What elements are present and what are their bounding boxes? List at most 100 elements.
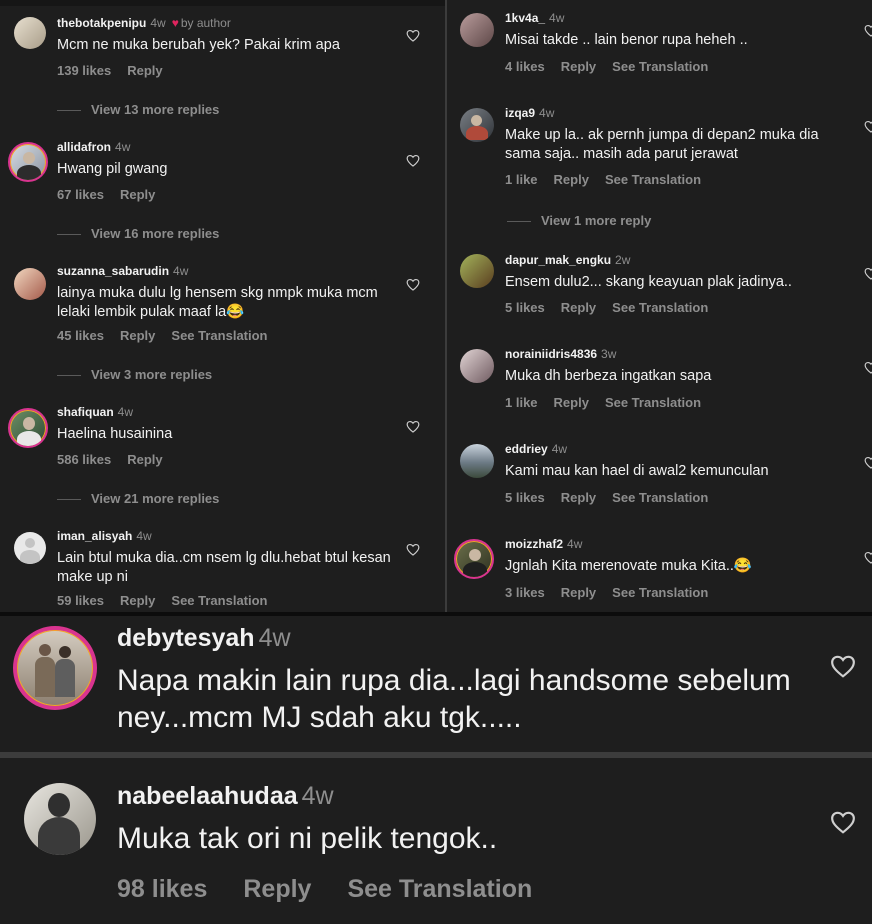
see-translation[interactable]: See Translation [171, 328, 267, 343]
username[interactable]: izqa9 [505, 106, 535, 120]
heart-outline-icon[interactable] [830, 810, 856, 834]
username[interactable]: iman_alisyah [57, 529, 132, 543]
see-translation[interactable]: See Translation [612, 300, 708, 315]
avatar[interactable] [460, 444, 494, 478]
reply-button[interactable]: Reply [120, 187, 155, 202]
view-more-replies[interactable]: View 1 more reply [507, 213, 651, 228]
reply-button[interactable]: Reply [127, 452, 162, 467]
avatar[interactable] [13, 626, 97, 710]
likes-count[interactable]: 3 likes [505, 585, 545, 600]
likes-count[interactable]: 1 like [505, 395, 538, 410]
comment-header: shafiquan 4w [57, 405, 133, 419]
view-more-replies[interactable]: View 3 more replies [57, 367, 212, 382]
avatar[interactable] [8, 142, 48, 182]
heart-outline-icon[interactable] [406, 543, 420, 556]
see-translation[interactable]: See Translation [605, 172, 701, 187]
avatar[interactable] [14, 268, 46, 300]
username[interactable]: debytesyah [117, 624, 255, 652]
heart-outline-icon[interactable] [406, 29, 420, 42]
likes-count[interactable]: 5 likes [505, 300, 545, 315]
reply-button[interactable]: Reply [127, 63, 162, 78]
comment-header: nabeelaahudaa 4w [117, 782, 334, 811]
username[interactable]: thebotakpenipu [57, 16, 146, 30]
heart-outline-icon[interactable] [864, 456, 872, 469]
timestamp: 4w [549, 11, 565, 25]
reply-button[interactable]: Reply [554, 172, 589, 187]
comment-header: iman_alisyah 4w [57, 529, 152, 543]
see-translation[interactable]: See Translation [612, 585, 708, 600]
reply-button[interactable]: Reply [561, 300, 596, 315]
comment-meta: 3 likes Reply See Translation [505, 585, 724, 600]
view-more-replies[interactable]: View 13 more replies [57, 102, 219, 117]
heart-outline-icon[interactable] [864, 24, 872, 37]
likes-count[interactable]: 98 likes [117, 875, 207, 903]
reply-button[interactable]: Reply [554, 395, 589, 410]
likes-count[interactable]: 59 likes [57, 593, 104, 608]
likes-count[interactable]: 586 likes [57, 452, 111, 467]
likes-count[interactable]: 4 likes [505, 59, 545, 74]
username[interactable]: norainiidris4836 [505, 347, 597, 361]
heart-outline-icon[interactable] [864, 267, 872, 280]
comment-text: Jgnlah Kita merenovate muka Kita..😂 [505, 558, 752, 574]
likes-count[interactable]: 67 likes [57, 187, 104, 202]
comment-header: allidafron 4w [57, 140, 130, 154]
reply-button[interactable]: Reply [561, 59, 596, 74]
username[interactable]: suzanna_sabarudin [57, 264, 169, 278]
avatar[interactable] [8, 408, 48, 448]
comment-meta: 1 like Reply See Translation [505, 172, 717, 187]
avatar[interactable] [460, 108, 494, 142]
comment-meta: 4 likes Reply See Translation [505, 59, 724, 74]
likes-count[interactable]: 45 likes [57, 328, 104, 343]
reply-button[interactable]: Reply [561, 490, 596, 505]
avatar[interactable] [14, 17, 46, 49]
see-translation[interactable]: See Translation [612, 490, 708, 505]
username[interactable]: dapur_mak_engku [505, 253, 611, 267]
heart-outline-icon[interactable] [406, 278, 420, 291]
comment-meta: 59 likes Reply See Translation [57, 593, 284, 608]
heart-outline-icon[interactable] [864, 361, 872, 374]
comment-header: debytesyah 4w [117, 624, 291, 653]
avatar[interactable] [460, 254, 494, 288]
comment-header: 1kv4a_ 4w [505, 11, 564, 25]
heart-outline-icon[interactable] [830, 654, 856, 678]
avatar[interactable] [24, 783, 96, 855]
username[interactable]: nabeelaahudaa [117, 782, 298, 810]
likes-count[interactable]: 5 likes [505, 490, 545, 505]
heart-outline-icon[interactable] [406, 154, 420, 167]
username[interactable]: eddriey [505, 442, 548, 456]
likes-count[interactable]: 139 likes [57, 63, 111, 78]
author-badge: by author [180, 16, 231, 30]
section-divider [0, 752, 872, 758]
timestamp: 4w [258, 624, 291, 652]
timestamp: 4w [567, 537, 583, 551]
see-translation[interactable]: See Translation [612, 59, 708, 74]
reply-button[interactable]: Reply [120, 593, 155, 608]
heart-outline-icon[interactable] [864, 551, 872, 564]
comment-text: Muka tak ori ni pelik tengok.. [117, 822, 498, 855]
left-comment-panel: thebotakpenipu 4w ♥ by author Mcm ne muka b… [0, 0, 445, 612]
avatar[interactable] [460, 349, 494, 383]
see-translation[interactable]: See Translation [605, 395, 701, 410]
avatar[interactable] [460, 13, 494, 47]
comment-text: Kami mau kan hael di awal2 kemunculan [505, 463, 769, 479]
username[interactable]: moizzhaf2 [505, 537, 563, 551]
comment-header: eddriey 4w [505, 442, 567, 456]
reply-button[interactable]: Reply [243, 875, 311, 903]
username[interactable]: 1kv4a_ [505, 11, 545, 25]
view-more-replies[interactable]: View 21 more replies [57, 491, 219, 506]
see-translation[interactable]: See Translation [171, 593, 267, 608]
reply-button[interactable]: Reply [561, 585, 596, 600]
username[interactable]: shafiquan [57, 405, 114, 419]
timestamp: 4w [301, 782, 334, 810]
username[interactable]: allidafron [57, 140, 111, 154]
likes-count[interactable]: 1 like [505, 172, 538, 187]
heart-outline-icon[interactable] [406, 420, 420, 433]
view-more-replies[interactable]: View 16 more replies [57, 226, 219, 241]
heart-outline-icon[interactable] [864, 120, 872, 133]
timestamp: 4w [173, 264, 189, 278]
right-comment-panel: 1kv4a_ 4w Misai takde .. lain benor rupa … [447, 0, 872, 612]
avatar[interactable] [14, 532, 46, 564]
see-translation[interactable]: See Translation [347, 875, 532, 903]
avatar[interactable] [454, 539, 494, 579]
reply-button[interactable]: Reply [120, 328, 155, 343]
